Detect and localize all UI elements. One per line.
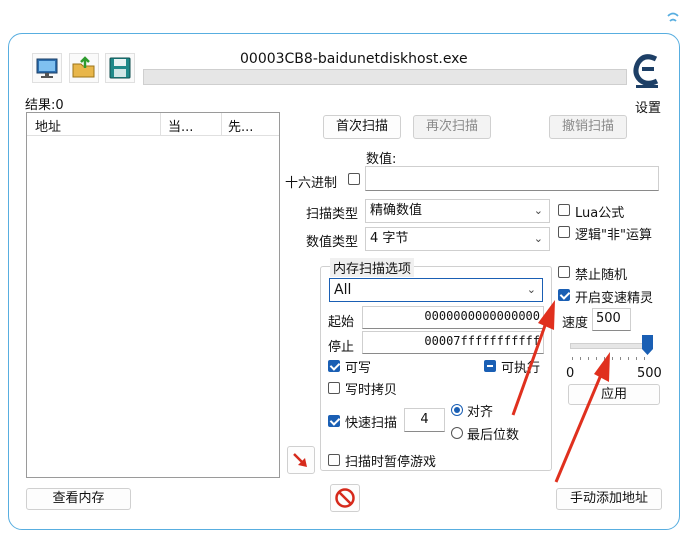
memory-region-value: All [334,282,352,298]
diagonal-arrow-icon [293,453,307,467]
value-input[interactable] [365,166,659,191]
wave-icon [667,12,679,22]
copy-on-write-checkbox[interactable] [328,382,340,394]
slider-thumb[interactable] [642,335,653,355]
pause-game-label: 扫描时暂停游戏 [345,455,437,470]
column-current[interactable]: 当... [168,116,193,135]
chevron-down-icon: ⌄ [526,283,536,296]
value-type-value: 4 字节 [370,231,409,246]
slider-max-label: 500 [637,366,662,381]
not-operation-checkbox[interactable] [558,226,570,238]
scan-type-label: 扫描类型 [306,207,359,222]
chevron-down-icon: ⌄ [533,232,543,245]
add-selected-arrow-button[interactable] [287,446,315,474]
hex-checkbox[interactable] [348,173,360,185]
value-type-select[interactable]: 4 字节 ⌄ [365,227,550,251]
no-entry-icon [335,488,355,508]
value-label: 数值: [366,152,397,167]
fast-scan-input[interactable]: 4 [404,408,445,432]
settings-label[interactable]: 设置 [635,97,661,116]
pause-game-checkbox[interactable] [328,454,340,466]
copy-on-write-label: 写时拷贝 [345,383,398,398]
no-random-label: 禁止随机 [575,268,628,283]
not-operation-label: 逻辑"非"运算 [575,228,652,243]
view-memory-button[interactable]: 查看内存 [26,488,131,510]
scan-progress-bar [143,69,627,85]
undo-scan-button[interactable]: 撤销扫描 [549,115,627,139]
chevron-down-icon: ⌄ [533,204,543,217]
next-scan-button[interactable]: 再次扫描 [413,115,491,139]
annotation-arrows [511,300,610,483]
hex-label: 十六进制 [285,176,338,191]
save-disk-icon[interactable] [105,53,135,83]
cheat-engine-logo-icon[interactable] [630,51,664,91]
column-address[interactable]: 地址 [35,116,61,135]
address-list[interactable]: 地址 当... 先... [26,112,280,478]
open-folder-icon[interactable] [69,53,99,83]
last-digits-radio[interactable] [451,427,463,439]
computer-icon[interactable] [32,53,62,83]
column-divider [221,113,222,135]
value-type-label: 数值类型 [306,235,359,250]
first-scan-button[interactable]: 首次扫描 [323,115,401,139]
lua-label: Lua公式 [575,206,625,221]
add-address-manually-button[interactable]: 手动添加地址 [556,488,662,510]
column-previous[interactable]: 先... [228,116,253,135]
memory-group-label: 内存扫描选项 [330,258,415,277]
no-random-checkbox[interactable] [558,266,570,278]
lua-checkbox[interactable] [558,204,570,216]
fast-scan-checkbox[interactable] [328,415,340,427]
stop-button[interactable] [330,484,360,512]
start-label: 起始 [328,315,355,330]
scan-type-select[interactable]: 精确数值 ⌄ [365,199,550,223]
align-label: 对齐 [467,405,494,420]
writable-label: 可写 [345,361,372,376]
align-radio[interactable] [451,404,463,416]
column-divider [160,113,161,135]
writable-checkbox[interactable] [328,360,340,372]
memory-region-select[interactable]: All ⌄ [329,278,543,302]
scan-type-value: 精确数值 [370,203,423,218]
fast-scan-label: 快速扫描 [345,416,398,431]
stop-label: 停止 [328,340,355,355]
results-count: 结果:0 [25,98,64,113]
executable-checkbox[interactable] [484,360,496,372]
window-title: 00003CB8-baidunetdiskhost.exe [240,51,468,67]
